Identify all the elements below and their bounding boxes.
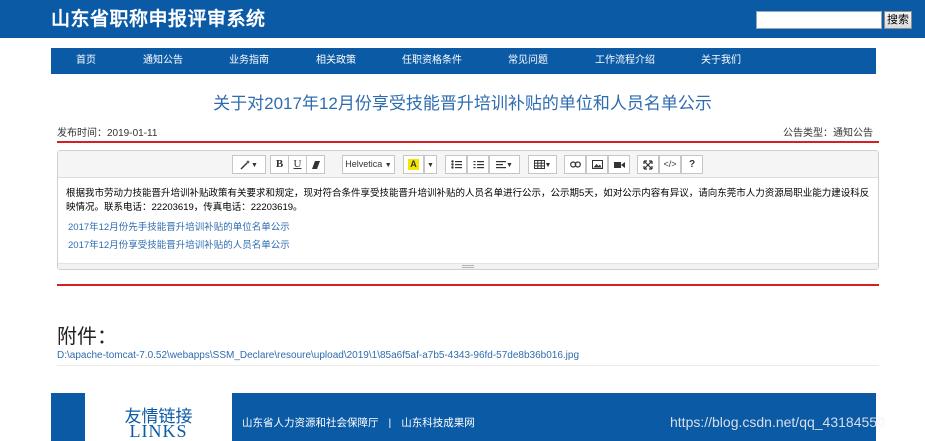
footer-link-tech[interactable]: 山东科技成果网 (401, 417, 475, 429)
nav-item-about[interactable]: 关于我们 (701, 48, 741, 74)
link-button[interactable] (564, 155, 586, 174)
link-icon (569, 161, 581, 168)
unordered-list-button[interactable] (445, 155, 467, 174)
footer-link-list: 山东省人力资源和社会保障厅 | 山东科技成果网 (242, 415, 475, 430)
page: 山东省职称申报评审系统 搜索 首页 通知公告 业务指南 相关政策 任职资格条件 … (0, 0, 925, 441)
underline-button[interactable]: U (288, 155, 307, 174)
font-family-value: Helvetica (345, 159, 383, 169)
fullscreen-button[interactable] (637, 155, 659, 174)
fullscreen-icon (643, 160, 653, 170)
attachment-link-units[interactable]: 2017年12月份先手技能晋升培训补贴的单位名单公示 (68, 219, 290, 233)
image-icon (591, 160, 603, 170)
align-icon (496, 160, 507, 169)
notice-title: 关于对2017年12月份享受技能晋升培训补贴的单位和人员名单公示 (213, 94, 712, 113)
notice-type: 公告类型：通知公告 (783, 128, 873, 139)
attachment-link-persons[interactable]: 2017年12月份享受技能晋升培训补贴的人员名单公示 (68, 237, 290, 251)
bullet-list-icon (450, 160, 462, 169)
color-dropdown-button[interactable]: ▼ (424, 155, 437, 174)
image-button[interactable] (586, 155, 608, 174)
attachment-file-link[interactable]: D:\apache-tomcat-7.0.52\webapps\SSM_Decl… (57, 350, 579, 361)
video-icon (613, 161, 625, 169)
nav-item-workflow[interactable]: 工作流程介绍 (595, 48, 655, 74)
style-magic-button[interactable]: ▼ (232, 155, 266, 174)
table-icon (533, 160, 545, 170)
footer-link-hrss[interactable]: 山东省人力资源和社会保障厅 (242, 417, 379, 429)
magic-wand-icon (240, 159, 251, 170)
video-button[interactable] (608, 155, 630, 174)
text-color-icon: A (408, 159, 419, 171)
font-family-select[interactable]: Helvetica ▼ (342, 155, 395, 174)
editor-resize-handle[interactable] (58, 263, 878, 269)
search-input[interactable] (756, 11, 882, 29)
code-view-button[interactable]: </> (659, 155, 681, 174)
nav-item-qualifications[interactable]: 任职资格条件 (402, 48, 462, 74)
editor-toolbar: ▼ B U Helvetica ▼ A ▼ ▼ ▼ </> ? (58, 151, 878, 178)
footer-link-separator: | (388, 417, 392, 429)
clear-format-button[interactable] (306, 155, 325, 174)
friendly-links-title-en: LINKS (129, 421, 188, 441)
attachments-heading: 附件： (57, 326, 117, 348)
divider-top (57, 141, 879, 143)
help-button[interactable]: ? (681, 155, 703, 174)
grip-icon (462, 265, 474, 268)
nav-item-faq[interactable]: 常见问题 (508, 48, 548, 74)
friendly-links-box: 友情链接 LINKS (85, 393, 232, 441)
code-icon: </> (663, 159, 677, 169)
text-color-button[interactable]: A (403, 155, 424, 174)
help-icon: ? (688, 159, 696, 170)
site-title: 山东省职称申报评审系统 (51, 9, 266, 30)
paragraph-align-button[interactable]: ▼ (489, 155, 520, 174)
publish-date: 发布时间：2019-01-11 (57, 128, 158, 139)
nav-item-policies[interactable]: 相关政策 (316, 48, 356, 74)
top-header-bar: 山东省职称申报评审系统 搜索 (0, 0, 925, 38)
table-button[interactable]: ▼ (528, 155, 557, 174)
editor-content[interactable]: 根据我市劳动力技能晋升培训补贴政策有关要求和规定，现对符合条件享受技能晋升培训补… (66, 187, 872, 215)
divider-bottom (57, 284, 879, 286)
nav-item-home[interactable]: 首页 (76, 48, 96, 74)
eraser-icon (311, 160, 321, 170)
attachment-divider (57, 365, 879, 366)
numbered-list-icon (473, 160, 484, 169)
ordered-list-button[interactable] (467, 155, 489, 174)
nav-item-guide[interactable]: 业务指南 (229, 48, 269, 74)
bold-button[interactable]: B (270, 155, 289, 174)
main-nav: 首页 通知公告 业务指南 相关政策 任职资格条件 常见问题 工作流程介绍 关于我… (51, 48, 876, 74)
rich-text-editor: ▼ B U Helvetica ▼ A ▼ ▼ ▼ </> ? 根据我市劳动力技… (57, 150, 879, 270)
watermark: https://blog.csdn.net/qq_43184550 (670, 414, 885, 430)
nav-item-notices[interactable]: 通知公告 (143, 48, 183, 74)
search-button[interactable]: 搜索 (884, 11, 912, 29)
